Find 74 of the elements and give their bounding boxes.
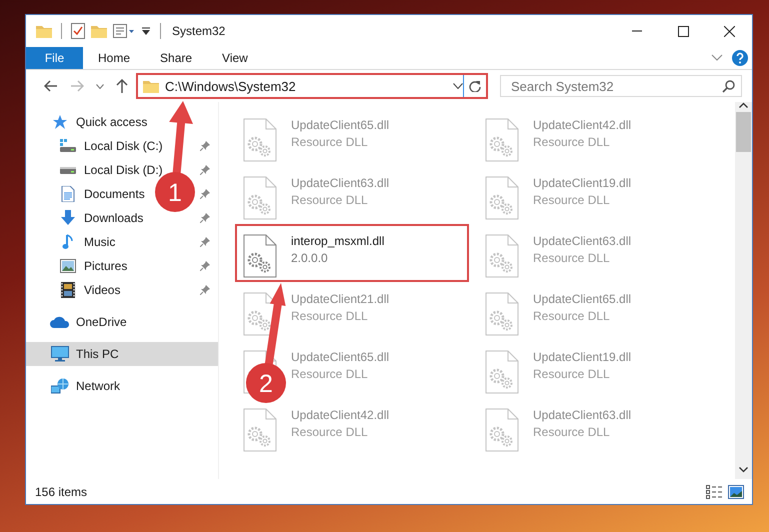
file-detail: Resource DLL bbox=[291, 367, 369, 381]
file-gear-icon bbox=[485, 118, 519, 162]
back-arrow-icon bbox=[44, 80, 58, 92]
nav-item[interactable]: Quick access bbox=[26, 110, 218, 134]
picture-icon bbox=[60, 259, 76, 273]
folder-icon bbox=[36, 24, 52, 38]
file-detail: Resource DLL bbox=[533, 425, 611, 439]
file-gear-icon bbox=[243, 408, 277, 452]
window-title: System32 bbox=[172, 24, 226, 38]
file-detail: Resource DLL bbox=[533, 251, 611, 265]
file-gear-icon bbox=[485, 292, 519, 336]
scroll-down-icon bbox=[739, 467, 748, 473]
search-icon bbox=[722, 80, 735, 92]
star-icon bbox=[52, 114, 68, 130]
ribbon-tab[interactable]: View bbox=[207, 47, 263, 69]
file-gear-icon bbox=[243, 118, 277, 162]
file-detail: 2.0.0.0 bbox=[291, 251, 329, 265]
item-count: 156 items bbox=[35, 484, 88, 498]
file-detail: Resource DLL bbox=[291, 309, 369, 323]
file-gear-icon bbox=[485, 176, 519, 220]
file-gear-icon bbox=[485, 408, 519, 452]
nav-item[interactable]: Music bbox=[26, 230, 218, 254]
checkmark-document-icon[interactable] bbox=[71, 23, 85, 39]
maximize-icon bbox=[678, 26, 688, 36]
film-icon bbox=[61, 282, 75, 298]
drive-icon bbox=[60, 139, 76, 153]
nav-item[interactable]: Pictures bbox=[26, 254, 218, 278]
help-icon[interactable] bbox=[732, 50, 748, 66]
refresh-icon bbox=[469, 80, 481, 92]
file-gear-icon bbox=[243, 234, 277, 278]
minimize-icon bbox=[632, 30, 642, 32]
nav-item[interactable]: OneDrive bbox=[26, 310, 218, 334]
nav-item[interactable]: Network bbox=[26, 374, 218, 398]
document-icon bbox=[61, 186, 75, 202]
folder-icon bbox=[143, 79, 159, 93]
nav-item[interactable]: Videos bbox=[26, 278, 218, 302]
file-gear-icon bbox=[485, 350, 519, 394]
ribbon-tab[interactable]: Share bbox=[145, 47, 208, 69]
scrollbar-thumb[interactable] bbox=[736, 112, 751, 152]
monitor-icon bbox=[51, 346, 69, 362]
scroll-up-icon bbox=[739, 102, 748, 108]
globe-icon bbox=[51, 378, 69, 394]
large-icons-view-icon[interactable] bbox=[728, 484, 744, 498]
number-badge: 2 bbox=[246, 363, 286, 403]
file-detail: Resource DLL bbox=[533, 309, 611, 323]
file-gear-icon bbox=[243, 176, 277, 220]
cloud-icon bbox=[50, 316, 70, 328]
file-menu-tab[interactable]: File bbox=[26, 47, 83, 69]
drive-icon bbox=[60, 165, 76, 175]
search-field[interactable]: Search System32 bbox=[509, 78, 722, 94]
file-detail: Resource DLL bbox=[533, 367, 611, 381]
file-detail: Resource DLL bbox=[291, 135, 369, 149]
details-view-icon[interactable] bbox=[706, 484, 722, 498]
address-field[interactable]: C:\Windows\System32 bbox=[138, 75, 464, 97]
properties-icon[interactable] bbox=[113, 23, 135, 39]
forward-arrow-icon bbox=[70, 80, 84, 92]
file-detail: Resource DLL bbox=[533, 135, 611, 149]
close-icon bbox=[724, 26, 734, 36]
file-gear-icon bbox=[485, 234, 519, 278]
file-detail: Resource DLL bbox=[291, 193, 369, 207]
search-box[interactable]: Search System32 bbox=[500, 75, 742, 97]
chevron-down-icon[interactable] bbox=[453, 83, 463, 89]
file-name[interactable]: interop_msxml.dll bbox=[291, 234, 384, 248]
ribbon-tab[interactable]: Home bbox=[83, 47, 146, 69]
music-note-icon bbox=[62, 234, 74, 250]
nav-item[interactable]: This PC bbox=[26, 342, 218, 366]
up-arrow-icon bbox=[116, 79, 128, 93]
nav-item[interactable]: Local Disk (C:) bbox=[26, 134, 218, 158]
down-arrow-icon bbox=[60, 210, 76, 226]
file-detail: Resource DLL bbox=[291, 425, 369, 439]
file-detail: Resource DLL bbox=[533, 193, 611, 207]
chevron-down-icon bbox=[96, 84, 104, 88]
dropdown-caret-icon[interactable] bbox=[141, 26, 151, 36]
scrollbar[interactable] bbox=[735, 102, 752, 479]
